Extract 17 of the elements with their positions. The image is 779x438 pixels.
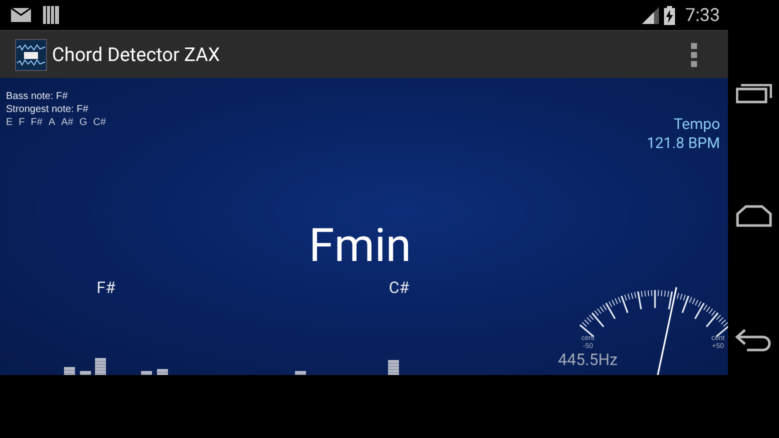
bass-note-label: Bass note: F# xyxy=(6,90,69,103)
chord-note-label: C# xyxy=(388,278,410,297)
note-label: G xyxy=(79,116,88,129)
tempo-label: Tempo xyxy=(672,115,720,134)
note-label: F xyxy=(18,116,25,129)
note-label: C# xyxy=(93,116,106,129)
strongest-note-label: Strongest note: F# xyxy=(6,103,90,116)
frequency-readout: 445.5Hz xyxy=(558,351,618,369)
chord-note-label: F# xyxy=(96,278,116,297)
status-time: 7:33 xyxy=(685,4,720,26)
note-label: F# xyxy=(30,116,42,129)
chord-name: Fmin xyxy=(308,219,412,273)
note-label: E xyxy=(6,116,13,129)
note-label: A xyxy=(48,116,56,129)
note-label: A# xyxy=(61,116,74,129)
app-title: Chord Detector ZAX xyxy=(52,43,221,66)
tempo-value: 121.8 BPM xyxy=(646,134,720,153)
